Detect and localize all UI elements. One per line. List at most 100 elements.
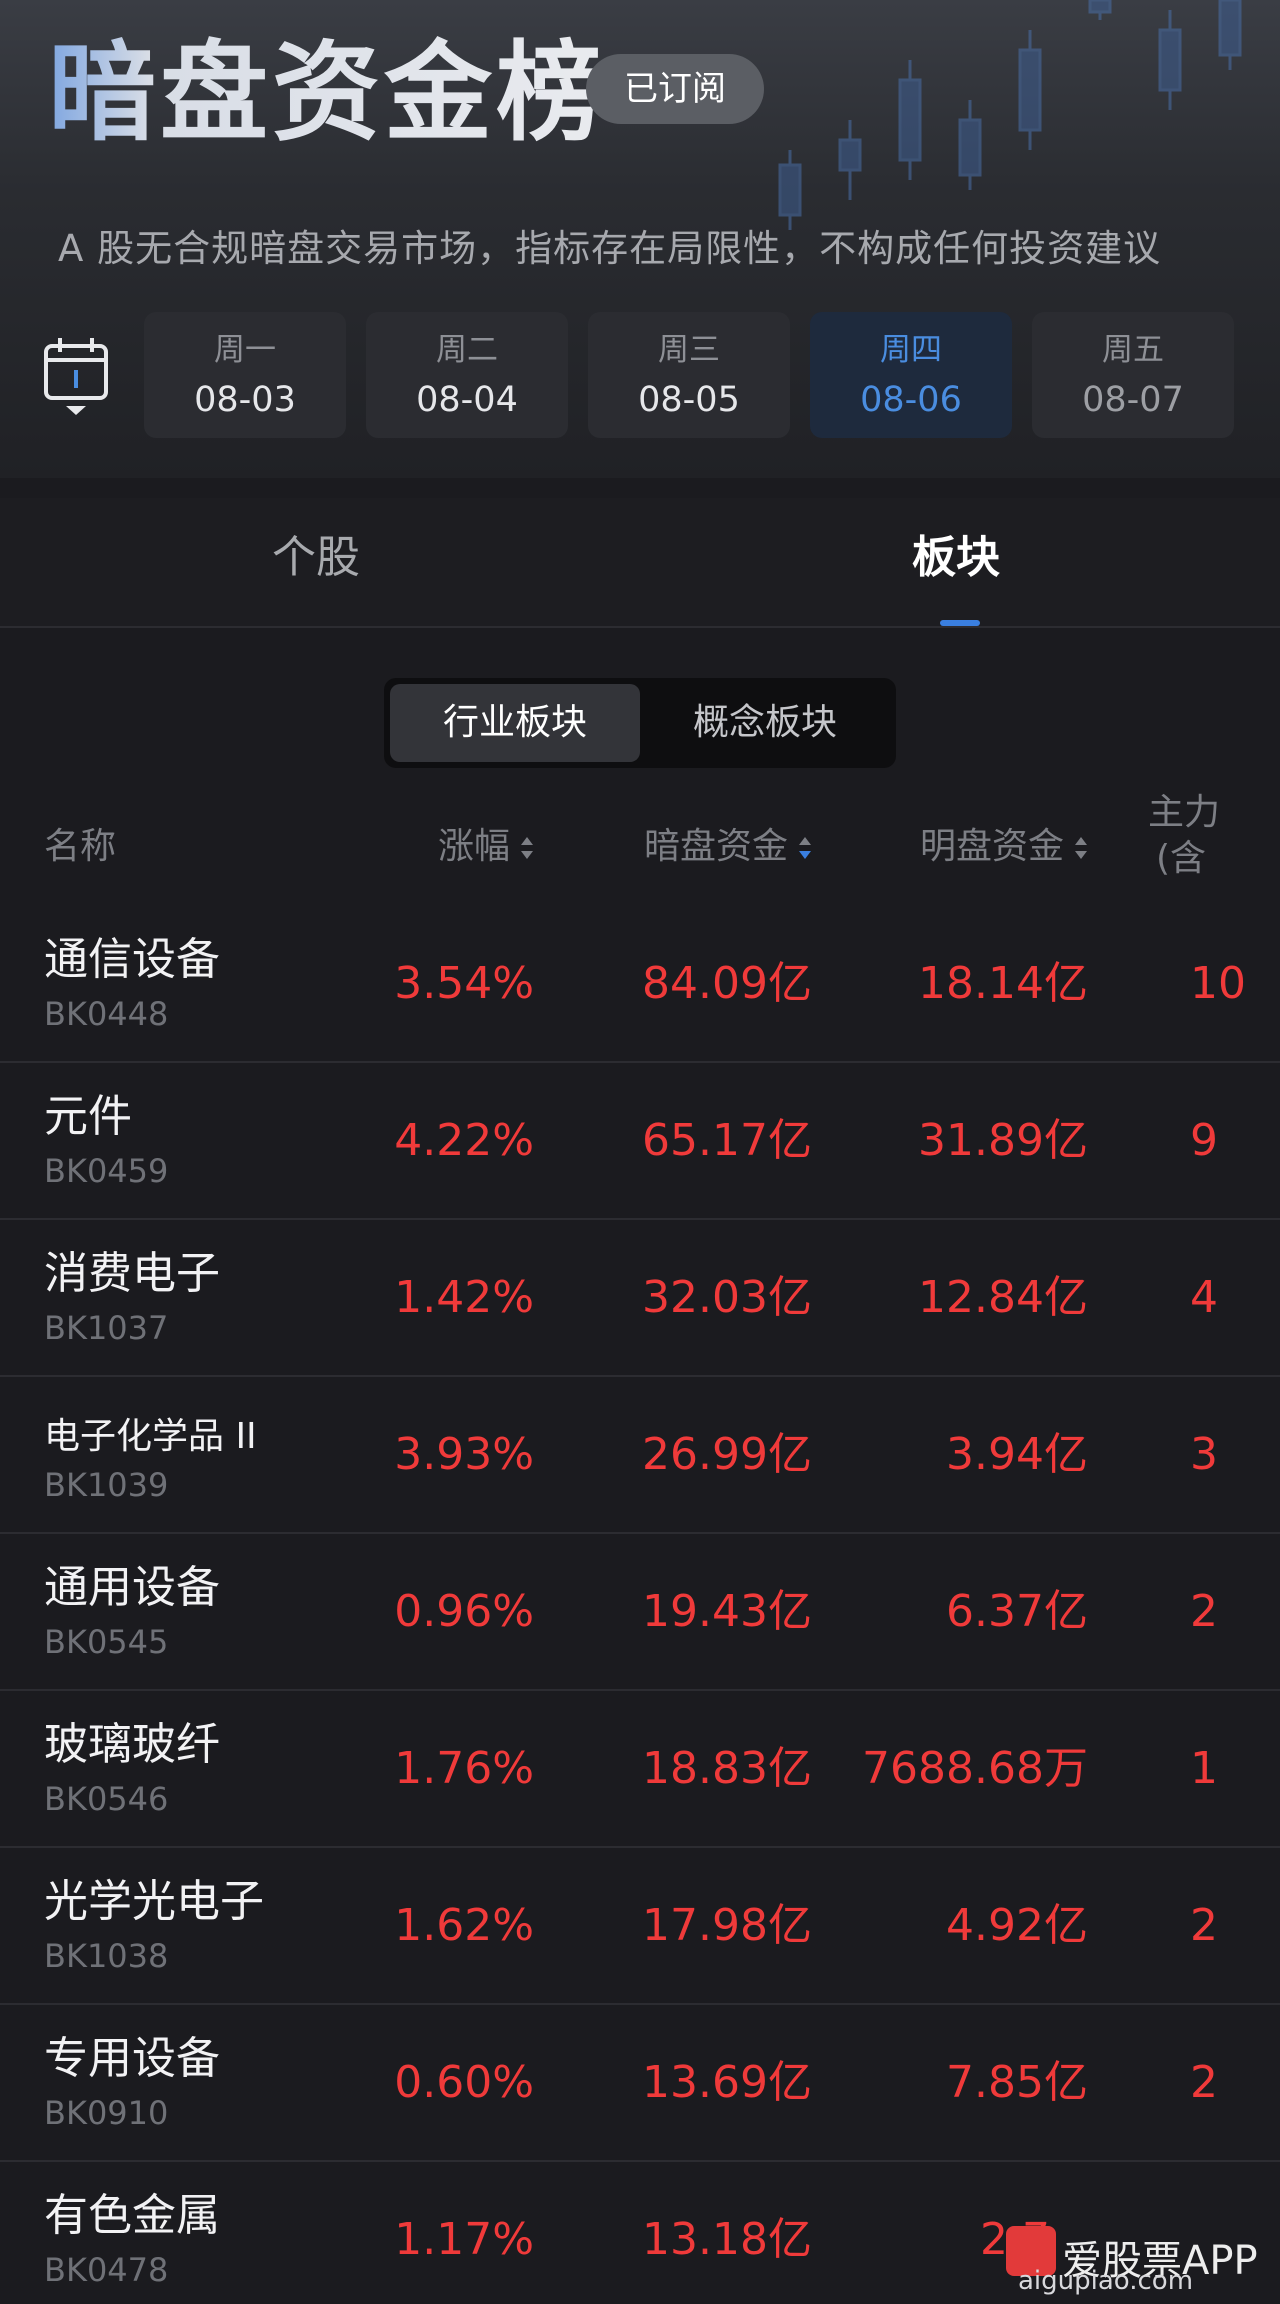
day-chip-mon[interactable]: 周一 08-03 <box>144 312 346 438</box>
day-weekday: 周一 <box>214 332 276 368</box>
dark-fund-value: 18.83亿 <box>642 1743 812 1794</box>
table-row[interactable]: 专用设备 BK0910 0.60% 13.69亿 7.85亿 2 <box>0 2005 1280 2162</box>
lit-fund-value: 3.94亿 <box>946 1429 1088 1480</box>
day-weekday: 周四 <box>880 332 942 368</box>
dark-fund-value: 17.98亿 <box>642 1900 812 1951</box>
tab-sectors[interactable]: 板块 <box>912 526 1000 590</box>
column-name-label: 名称 <box>44 826 117 867</box>
day-chip-tue[interactable]: 周二 08-04 <box>366 312 568 438</box>
change-value: 1.76% <box>394 1743 534 1794</box>
sector-code: BK0478 <box>44 2251 169 2289</box>
sort-desc-icon <box>799 837 811 859</box>
change-value: 1.62% <box>394 1900 534 1951</box>
sector-code: BK1039 <box>44 1466 169 1504</box>
column-main-label-line2: (含 <box>1156 838 1207 879</box>
sector-name: 玻璃玻纤 <box>44 1719 220 1770</box>
day-chip-fri[interactable]: 周五 08-07 <box>1032 312 1234 438</box>
sector-code: BK1037 <box>44 1309 169 1347</box>
sector-code: BK1038 <box>44 1937 169 1975</box>
tab-stocks[interactable]: 个股 <box>272 526 360 590</box>
column-change-header[interactable]: 涨幅 <box>438 815 534 879</box>
sector-name: 电子化学品 II <box>44 1416 257 1457</box>
day-chip-wed[interactable]: 周三 08-05 <box>588 312 790 438</box>
lit-fund-value: 4.92亿 <box>946 1900 1088 1951</box>
candlestick-decoration-icon <box>778 0 1242 230</box>
lit-fund-value: 12.84亿 <box>918 1272 1088 1323</box>
change-value: 4.22% <box>394 1115 534 1166</box>
sector-code: BK0910 <box>44 2094 169 2132</box>
dark-fund-value: 84.09亿 <box>642 958 812 1009</box>
day-date: 08-07 <box>1082 380 1184 420</box>
table-row[interactable]: 元件 BK0459 4.22% 65.17亿 31.89亿 9 <box>0 1063 1280 1220</box>
sector-code: BK0459 <box>44 1152 169 1190</box>
watermark-url: aigupiao.com <box>1018 2266 1194 2296</box>
sector-code: BK0545 <box>44 1623 169 1661</box>
day-date: 08-05 <box>638 380 740 420</box>
disclaimer-text: A 股无合规暗盘交易市场，指标存在局限性，不构成任何投资建议 <box>58 227 1162 270</box>
main-fund-value: 2 <box>1190 1586 1218 1637</box>
segment-concept[interactable]: 概念板块 <box>640 684 890 762</box>
change-value: 1.17% <box>394 2214 534 2265</box>
column-lit-label: 明盘资金 <box>919 826 1064 867</box>
change-value: 0.60% <box>394 2057 534 2108</box>
sector-code: BK0546 <box>44 1780 169 1818</box>
lit-fund-value: 7.85亿 <box>946 2057 1088 2108</box>
day-date: 08-03 <box>194 380 296 420</box>
subscribe-button[interactable]: 已订阅 <box>586 54 764 124</box>
sector-name: 有色金属 <box>44 2190 220 2241</box>
sector-name: 元件 <box>44 1091 132 1142</box>
sort-icon <box>521 837 533 859</box>
column-change-label: 涨幅 <box>437 826 510 867</box>
sector-type-switch: 行业板块 概念板块 <box>384 678 896 768</box>
table-row[interactable]: 玻璃玻纤 BK0546 1.76% 18.83亿 7688.68万 1 <box>0 1691 1280 1848</box>
column-dark-header[interactable]: 暗盘资金 <box>644 815 812 879</box>
dark-fund-value: 32.03亿 <box>642 1272 812 1323</box>
main-fund-value: 4 <box>1190 1272 1218 1323</box>
main-fund-value: 1 <box>1190 1743 1218 1794</box>
column-name-header: 名称 <box>44 815 116 879</box>
day-weekday: 周三 <box>658 332 720 368</box>
segment-industry[interactable]: 行业板块 <box>390 684 640 762</box>
day-chip-thu[interactable]: 周四 08-06 <box>810 312 1012 438</box>
header-banner: 暗盘资金榜 已订阅 A 股无合规暗盘交易市场，指标存在局限性，不构成任何投资建议… <box>0 0 1280 478</box>
lit-fund-value: 18.14亿 <box>918 958 1088 1009</box>
table-row[interactable]: 通信设备 BK0448 3.54% 84.09亿 18.14亿 10 <box>0 906 1280 1063</box>
dark-fund-value: 13.69亿 <box>642 2057 812 2108</box>
table-row[interactable]: 光学光电子 BK1038 1.62% 17.98亿 4.92亿 2 <box>0 1848 1280 2005</box>
lit-fund-value: 6.37亿 <box>946 1586 1088 1637</box>
day-date: 08-04 <box>416 380 518 420</box>
change-value: 1.42% <box>394 1272 534 1323</box>
dark-fund-value: 26.99亿 <box>642 1429 812 1480</box>
main-tabs: 个股 板块 <box>0 498 1280 628</box>
table-row[interactable]: 通用设备 BK0545 0.96% 19.43亿 6.37亿 2 <box>0 1534 1280 1691</box>
main-fund-value: 3 <box>1190 1429 1218 1480</box>
day-weekday: 周五 <box>1102 332 1164 368</box>
sector-name: 通用设备 <box>44 1562 220 1613</box>
main-fund-value: 2 <box>1190 2057 1218 2108</box>
main-fund-value: 10 <box>1190 958 1246 1009</box>
main-fund-value: 9 <box>1190 1115 1218 1166</box>
page-title: 暗盘资金榜 <box>48 30 609 156</box>
dark-fund-value: 65.17亿 <box>642 1115 812 1166</box>
day-date: 08-06 <box>860 380 962 420</box>
calendar-icon[interactable] <box>42 336 110 416</box>
dark-fund-value: 19.43亿 <box>642 1586 812 1637</box>
change-value: 3.93% <box>394 1429 534 1480</box>
column-dark-label: 暗盘资金 <box>643 826 788 867</box>
table-row[interactable]: 电子化学品 II BK1039 3.93% 26.99亿 3.94亿 3 <box>0 1377 1280 1534</box>
dark-fund-value: 13.18亿 <box>642 2214 812 2265</box>
column-main-header[interactable]: 主力 (含 <box>1148 790 1280 882</box>
table-row[interactable]: 消费电子 BK1037 1.42% 32.03亿 12.84亿 4 <box>0 1220 1280 1377</box>
sector-name: 消费电子 <box>44 1248 220 1299</box>
column-lit-header[interactable]: 明盘资金 <box>920 815 1088 879</box>
lit-fund-value: 31.89亿 <box>918 1115 1088 1166</box>
lit-fund-value: 7688.68万 <box>862 1743 1088 1794</box>
column-main-label-line1: 主力 <box>1148 792 1221 833</box>
sector-name: 通信设备 <box>44 934 220 985</box>
sector-name: 光学光电子 <box>44 1876 264 1927</box>
sort-icon <box>1075 837 1087 859</box>
day-weekday: 周二 <box>436 332 498 368</box>
sector-name: 专用设备 <box>44 2033 220 2084</box>
active-tab-indicator <box>940 620 980 626</box>
sector-code: BK0448 <box>44 995 169 1033</box>
